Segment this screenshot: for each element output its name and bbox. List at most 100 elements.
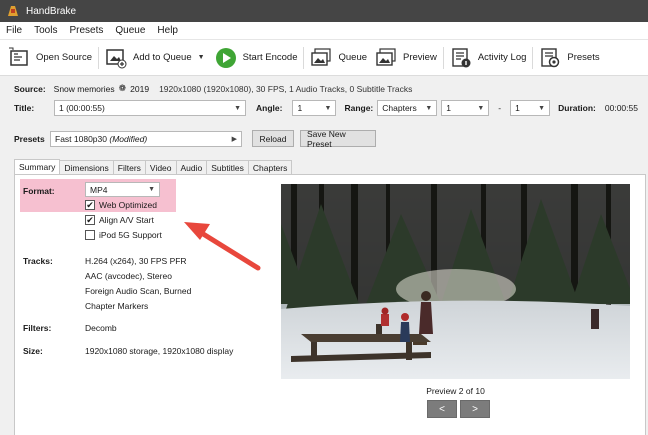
- open-source-icon: [8, 47, 30, 69]
- filters-value: Decomb: [85, 323, 117, 333]
- toolbar: Open Source Add to Queue ▼ Start Encode: [0, 40, 648, 76]
- tab-subtitles[interactable]: Subtitles: [206, 160, 249, 174]
- angle-label: Angle:: [256, 103, 283, 113]
- tab-video[interactable]: Video: [144, 160, 177, 174]
- checkmark-icon: ✔: [85, 214, 95, 225]
- presets-row: Presets Fast 1080p30 (Modified) ▶ Reload…: [14, 129, 376, 149]
- title-row: Title: 1 (00:00:55) ▼ Angle: 1 ▼ Range: …: [14, 100, 638, 116]
- track-audio: AAC (avcodec), Stereo: [85, 271, 172, 281]
- toolbar-separator: [97, 46, 99, 69]
- chevron-right-icon: ▶: [231, 135, 237, 143]
- range-type-value: Chapters: [382, 103, 417, 113]
- chevron-down-icon: ▼: [477, 104, 485, 112]
- next-preview-button[interactable]: >: [460, 400, 490, 418]
- toolbar-separator: [442, 46, 444, 69]
- presets-label: Presets: [567, 52, 600, 63]
- disc-icon: ❁: [118, 83, 127, 93]
- title-select[interactable]: 1 (00:00:55) ▼: [54, 100, 246, 116]
- preset-selector[interactable]: Fast 1080p30 (Modified) ▶: [50, 130, 242, 147]
- range-end-value: 1: [515, 103, 520, 113]
- tracks-label: Tracks:: [23, 256, 53, 266]
- open-source-label: Open Source: [36, 52, 92, 63]
- source-year: 2019: [130, 83, 150, 94]
- preview-caption: Preview 2 of 10: [426, 386, 485, 396]
- presets-button[interactable]: Presets: [535, 43, 603, 73]
- tab-chapters[interactable]: Chapters: [247, 160, 293, 174]
- source-name: Snow memories: [53, 83, 115, 94]
- chevron-down-icon: ▼: [148, 186, 155, 193]
- preview-icon: [375, 47, 397, 69]
- size-value: 1920x1080 storage, 1920x1080 display: [85, 346, 234, 356]
- main-content: Source: Snow memories ❁ 2019 1920x1080 (…: [0, 76, 648, 435]
- play-icon: [215, 47, 237, 69]
- activity-log-button[interactable]: Activity Log: [446, 43, 531, 73]
- filters-label: Filters:: [23, 323, 52, 333]
- tab-audio[interactable]: Audio: [175, 160, 208, 174]
- menu-file[interactable]: File: [0, 25, 28, 36]
- chevron-down-icon: ▼: [234, 104, 241, 112]
- title-select-value: 1 (00:00:55): [59, 103, 105, 113]
- handbrake-logo-icon: [6, 4, 20, 18]
- range-dash: -: [498, 103, 502, 113]
- range-end-select[interactable]: 1 ▼: [510, 100, 551, 116]
- tab-filters[interactable]: Filters: [112, 160, 146, 174]
- toolbar-separator: [532, 46, 534, 69]
- window-title: HandBrake: [26, 5, 77, 17]
- queue-icon: [310, 47, 332, 69]
- tab-summary[interactable]: Summary: [14, 159, 61, 174]
- ipod-support-label: iPod 5G Support: [99, 230, 162, 240]
- start-encode-button[interactable]: Start Encode: [211, 43, 302, 73]
- source-info: 1920x1080 (1920x1080), 30 FPS, 1 Audio T…: [159, 83, 413, 94]
- previous-preview-button[interactable]: <: [427, 400, 457, 418]
- toolbar-separator: [303, 46, 305, 69]
- summary-panel: Format: MP4 ▼ ✔ Web Optimized ✔ Align A/…: [14, 174, 646, 435]
- add-to-queue-dropdown-icon[interactable]: ▼: [198, 54, 205, 61]
- align-av-label: Align A/V Start: [99, 215, 154, 225]
- add-to-queue-label: Add to Queue: [132, 52, 192, 63]
- tab-dimensions[interactable]: Dimensions: [59, 160, 114, 174]
- track-subtitle: Foreign Audio Scan, Burned: [85, 286, 192, 296]
- queue-button[interactable]: Queue: [306, 43, 371, 73]
- menu-tools[interactable]: Tools: [28, 25, 63, 36]
- presets-icon: [539, 47, 561, 69]
- preset-selector-value: Fast 1080p30 (Modified): [55, 134, 147, 144]
- preview-image: [281, 184, 630, 379]
- title-bar: HandBrake: [0, 0, 648, 22]
- format-label: Format:: [23, 186, 55, 196]
- preset-modifier: (Modified): [109, 133, 148, 144]
- range-start-select[interactable]: 1 ▼: [441, 100, 490, 116]
- ipod-support-checkbox[interactable]: iPod 5G Support: [85, 230, 162, 240]
- queue-label: Queue: [338, 52, 368, 63]
- menu-bar: File Tools Presets Queue Help: [0, 22, 648, 40]
- open-source-button[interactable]: Open Source: [4, 43, 96, 73]
- format-select[interactable]: MP4 ▼: [85, 182, 160, 197]
- format-select-value: MP4: [90, 184, 108, 195]
- presets-label-field: Presets: [14, 133, 45, 144]
- web-optimized-label: Web Optimized: [99, 200, 157, 210]
- title-label: Title:: [14, 103, 35, 113]
- chevron-down-icon: ▼: [425, 104, 433, 112]
- add-to-queue-button[interactable]: Add to Queue ▼: [101, 43, 209, 73]
- angle-select[interactable]: 1 ▼: [292, 100, 337, 116]
- align-av-checkbox[interactable]: ✔ Align A/V Start: [85, 215, 154, 225]
- menu-help[interactable]: Help: [151, 25, 184, 36]
- tab-bar: Summary Dimensions Filters Video Audio S…: [14, 159, 293, 174]
- web-optimized-checkbox[interactable]: ✔ Web Optimized: [85, 200, 157, 210]
- menu-presets[interactable]: Presets: [63, 25, 109, 36]
- preset-name: Fast 1080p30: [55, 133, 107, 144]
- angle-select-value: 1: [297, 103, 303, 113]
- preview-button[interactable]: Preview: [371, 43, 441, 73]
- menu-queue[interactable]: Queue: [109, 25, 151, 36]
- preview-label: Preview: [403, 52, 437, 63]
- checkmark-icon: ✔: [85, 199, 95, 210]
- save-new-preset-button[interactable]: Save New Preset: [300, 129, 376, 149]
- range-label: Range:: [344, 103, 374, 113]
- duration-label: Duration:: [558, 103, 596, 113]
- range-type-select[interactable]: Chapters ▼: [377, 100, 438, 116]
- activity-log-icon: [450, 47, 472, 69]
- source-label: Source:: [14, 83, 46, 94]
- size-label: Size:: [23, 346, 43, 356]
- add-to-queue-icon: [105, 47, 127, 69]
- duration-value: 00:00:55: [604, 103, 638, 113]
- reload-button[interactable]: Reload: [252, 130, 294, 147]
